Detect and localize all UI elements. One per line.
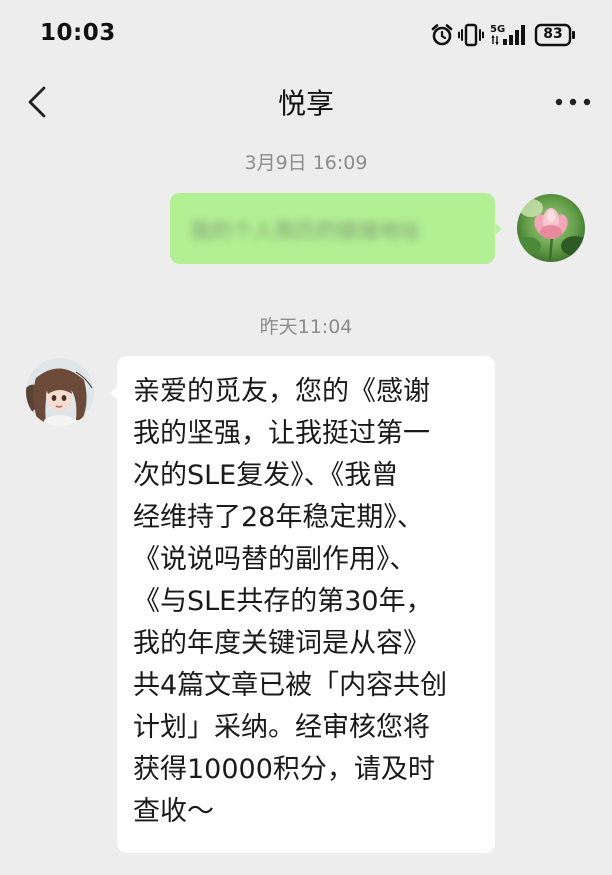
message-line: 获得10000积分，请及时 [133,754,435,785]
message-line: 我的年度关键词是从容》 [133,628,430,659]
my-avatar[interactable] [517,194,585,262]
status-icons: 5G 83 [430,20,580,50]
chat-area[interactable]: 3月9日 16:09 我的个人简历的链接地址 昨天11:04 亲爱的觅友，您的《… [0,138,612,875]
battery-level: 83 [543,26,563,42]
vibrate-icon [458,23,484,47]
message-line: 查收～ [133,796,214,827]
message-line: 《说说吗替的副作用》、 [133,544,417,575]
message-timestamp: 昨天11:04 [259,316,353,338]
message-line: 我的坚强，让我挺过第一 [133,418,430,449]
nav-bar: 悦享 [0,68,612,138]
received-message-bubble[interactable]: 亲爱的觅友，您的《感谢 我的坚强，让我挺过第一 次的SLE复发》、《我曾 经维持… [117,356,495,853]
sent-bubble-tail [494,222,502,236]
sent-message-bubble[interactable]: 我的个人简历的链接地址 [170,193,495,264]
blur-overlay [170,193,495,264]
message-line: 《与SLE共存的第30年， [133,586,433,617]
network-label: 5G [490,24,505,35]
sender-avatar[interactable] [26,358,94,426]
lotus-flower-image [517,194,585,262]
message-line: 次的SLE复发》、《我曾 [133,460,399,491]
back-arrow-icon [28,86,46,118]
anime-girl-avatar-image [26,358,94,426]
message-line: 经维持了28年稳定期》、 [133,502,424,533]
alarm-icon [431,24,453,46]
message-line: 亲爱的觅友，您的《感谢 [133,376,430,407]
status-bar: 10:03 5G 83 [0,0,612,68]
message-line: 计划」采纳。经审核您将 [133,712,430,743]
message-timestamp: 3月9日 16:09 [244,152,368,174]
chat-title: 悦享 [277,87,334,120]
back-button[interactable] [18,80,62,124]
status-time: 10:03 [40,20,116,46]
more-icon [555,98,591,106]
signal-icon: 5G [490,24,525,46]
more-button[interactable] [548,84,598,120]
message-line: 共4篇文章已被「内容共创 [133,670,448,701]
